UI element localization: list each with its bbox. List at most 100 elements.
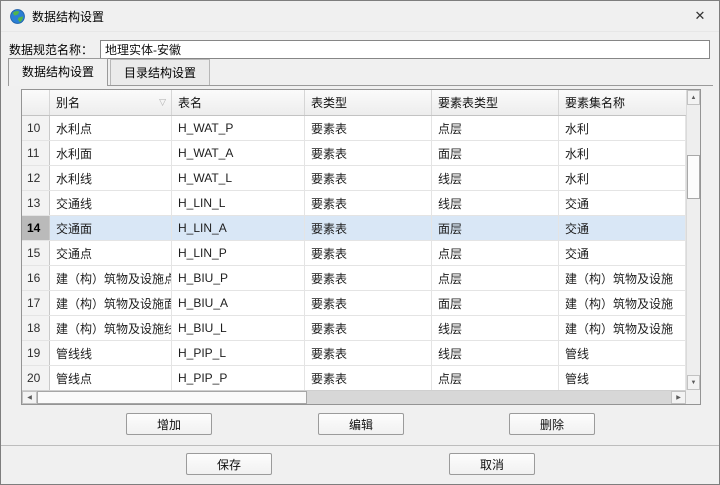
table-cell[interactable]: 交通: [559, 191, 686, 215]
table-cell[interactable]: H_BIU_L: [172, 316, 305, 340]
table-cell[interactable]: 建（构）筑物及设施面: [50, 291, 172, 315]
table-row[interactable]: 13交通线H_LIN_L要素表线层交通: [22, 191, 686, 216]
table-row[interactable]: 12水利线H_WAT_L要素表线层水利: [22, 166, 686, 191]
table-cell[interactable]: H_LIN_L: [172, 191, 305, 215]
table-cell[interactable]: 要素表: [305, 316, 432, 340]
table-cell[interactable]: 点层: [432, 116, 559, 140]
table-cell[interactable]: 建（构）筑物及设施: [559, 291, 686, 315]
table-cell[interactable]: 交通线: [50, 191, 172, 215]
table-cell[interactable]: 水利: [559, 116, 686, 140]
delete-button[interactable]: 删除: [509, 413, 595, 435]
table-row[interactable]: 11水利面H_WAT_A要素表面层水利: [22, 141, 686, 166]
table-cell[interactable]: 交通面: [50, 216, 172, 240]
table-row[interactable]: 16建（构）筑物及设施点H_BIU_P要素表点层建（构）筑物及设施: [22, 266, 686, 291]
table-cell[interactable]: H_PIP_P: [172, 366, 305, 390]
table-cell[interactable]: H_LIN_P: [172, 241, 305, 265]
table-cell[interactable]: H_WAT_L: [172, 166, 305, 190]
table-cell[interactable]: 建（构）筑物及设施: [559, 266, 686, 290]
table-cell[interactable]: H_LIN_A: [172, 216, 305, 240]
table-cell[interactable]: 面层: [432, 216, 559, 240]
spec-name-input[interactable]: [100, 40, 710, 59]
table-cell[interactable]: 要素表: [305, 166, 432, 190]
scroll-down-icon[interactable]: ▼: [687, 375, 700, 390]
table-cell[interactable]: 点层: [432, 366, 559, 390]
table-cell[interactable]: 要素表: [305, 141, 432, 165]
table-cell[interactable]: 管线: [559, 366, 686, 390]
column-header[interactable]: 别名▽: [50, 90, 172, 115]
table-row[interactable]: 14交通面H_LIN_A要素表面层交通: [22, 216, 686, 241]
scroll-right-icon[interactable]: ▶: [671, 391, 686, 404]
table-cell[interactable]: 线层: [432, 166, 559, 190]
table-cell[interactable]: 面层: [432, 141, 559, 165]
close-icon[interactable]: ✕: [681, 1, 719, 30]
vertical-scrollbar-thumb[interactable]: [687, 155, 700, 199]
table-cell[interactable]: 水利线: [50, 166, 172, 190]
table-cell[interactable]: 要素表: [305, 191, 432, 215]
table-cell[interactable]: 点层: [432, 241, 559, 265]
tab-data-structure[interactable]: 数据结构设置: [8, 58, 108, 86]
table-cell[interactable]: 管线: [559, 341, 686, 365]
table-cell[interactable]: 要素表: [305, 341, 432, 365]
row-number-cell[interactable]: 14: [22, 216, 50, 240]
table-row[interactable]: 18建（构）筑物及设施线H_BIU_L要素表线层建（构）筑物及设施: [22, 316, 686, 341]
column-header[interactable]: 要素集名称: [559, 90, 686, 115]
table-cell[interactable]: 线层: [432, 341, 559, 365]
table-cell[interactable]: 线层: [432, 316, 559, 340]
table-cell[interactable]: 要素表: [305, 116, 432, 140]
table-row[interactable]: 15交通点H_LIN_P要素表点层交通: [22, 241, 686, 266]
table-cell[interactable]: 建（构）筑物及设施: [559, 316, 686, 340]
scroll-up-icon[interactable]: ▲: [687, 90, 700, 105]
table-cell[interactable]: 建（构）筑物及设施线: [50, 316, 172, 340]
column-header[interactable]: 表类型: [305, 90, 432, 115]
table-cell[interactable]: 管线点: [50, 366, 172, 390]
row-number-cell[interactable]: 11: [22, 141, 50, 165]
edit-button[interactable]: 编辑: [318, 413, 404, 435]
table-cell[interactable]: 交通: [559, 241, 686, 265]
table-cell[interactable]: 点层: [432, 266, 559, 290]
row-number-cell[interactable]: 10: [22, 116, 50, 140]
table-row[interactable]: 19管线线H_PIP_L要素表线层管线: [22, 341, 686, 366]
table-row[interactable]: 10水利点H_WAT_P要素表点层水利: [22, 116, 686, 141]
table-cell[interactable]: 面层: [432, 291, 559, 315]
header-corner-cell[interactable]: [22, 90, 50, 115]
table-cell[interactable]: H_BIU_P: [172, 266, 305, 290]
row-number-cell[interactable]: 12: [22, 166, 50, 190]
table-cell[interactable]: H_PIP_L: [172, 341, 305, 365]
table-cell[interactable]: 水利面: [50, 141, 172, 165]
row-number-cell[interactable]: 19: [22, 341, 50, 365]
row-number-cell[interactable]: 15: [22, 241, 50, 265]
table-cell[interactable]: 线层: [432, 191, 559, 215]
table-cell[interactable]: 水利点: [50, 116, 172, 140]
table-cell[interactable]: 要素表: [305, 241, 432, 265]
table-cell[interactable]: 建（构）筑物及设施点: [50, 266, 172, 290]
row-number-cell[interactable]: 20: [22, 366, 50, 390]
table-row[interactable]: 17建（构）筑物及设施面H_BIU_A要素表面层建（构）筑物及设施: [22, 291, 686, 316]
scroll-left-icon[interactable]: ◀: [22, 391, 37, 404]
horizontal-scrollbar[interactable]: ◀ ▶: [22, 390, 686, 404]
horizontal-scrollbar-thumb[interactable]: [37, 391, 307, 404]
cancel-button[interactable]: 取消: [449, 453, 535, 475]
table-cell[interactable]: 管线线: [50, 341, 172, 365]
add-button[interactable]: 增加: [126, 413, 212, 435]
table-cell[interactable]: 水利: [559, 141, 686, 165]
table-cell[interactable]: H_BIU_A: [172, 291, 305, 315]
vertical-scrollbar[interactable]: ▲ ▼: [686, 90, 700, 390]
table-cell[interactable]: H_WAT_P: [172, 116, 305, 140]
table-row[interactable]: 20管线点H_PIP_P要素表点层管线: [22, 366, 686, 390]
table-cell[interactable]: 要素表: [305, 216, 432, 240]
table-cell[interactable]: 水利: [559, 166, 686, 190]
table-cell[interactable]: 要素表: [305, 366, 432, 390]
column-header[interactable]: 表名: [172, 90, 305, 115]
row-number-cell[interactable]: 18: [22, 316, 50, 340]
table-cell[interactable]: 要素表: [305, 291, 432, 315]
table-cell[interactable]: H_WAT_A: [172, 141, 305, 165]
row-number-cell[interactable]: 16: [22, 266, 50, 290]
save-button[interactable]: 保存: [186, 453, 272, 475]
table-cell[interactable]: 交通点: [50, 241, 172, 265]
table-cell[interactable]: 交通: [559, 216, 686, 240]
column-header[interactable]: 要素表类型: [432, 90, 559, 115]
row-number-cell[interactable]: 13: [22, 191, 50, 215]
table-cell[interactable]: 要素表: [305, 266, 432, 290]
row-number-cell[interactable]: 17: [22, 291, 50, 315]
tab-directory-structure[interactable]: 目录结构设置: [110, 59, 210, 85]
